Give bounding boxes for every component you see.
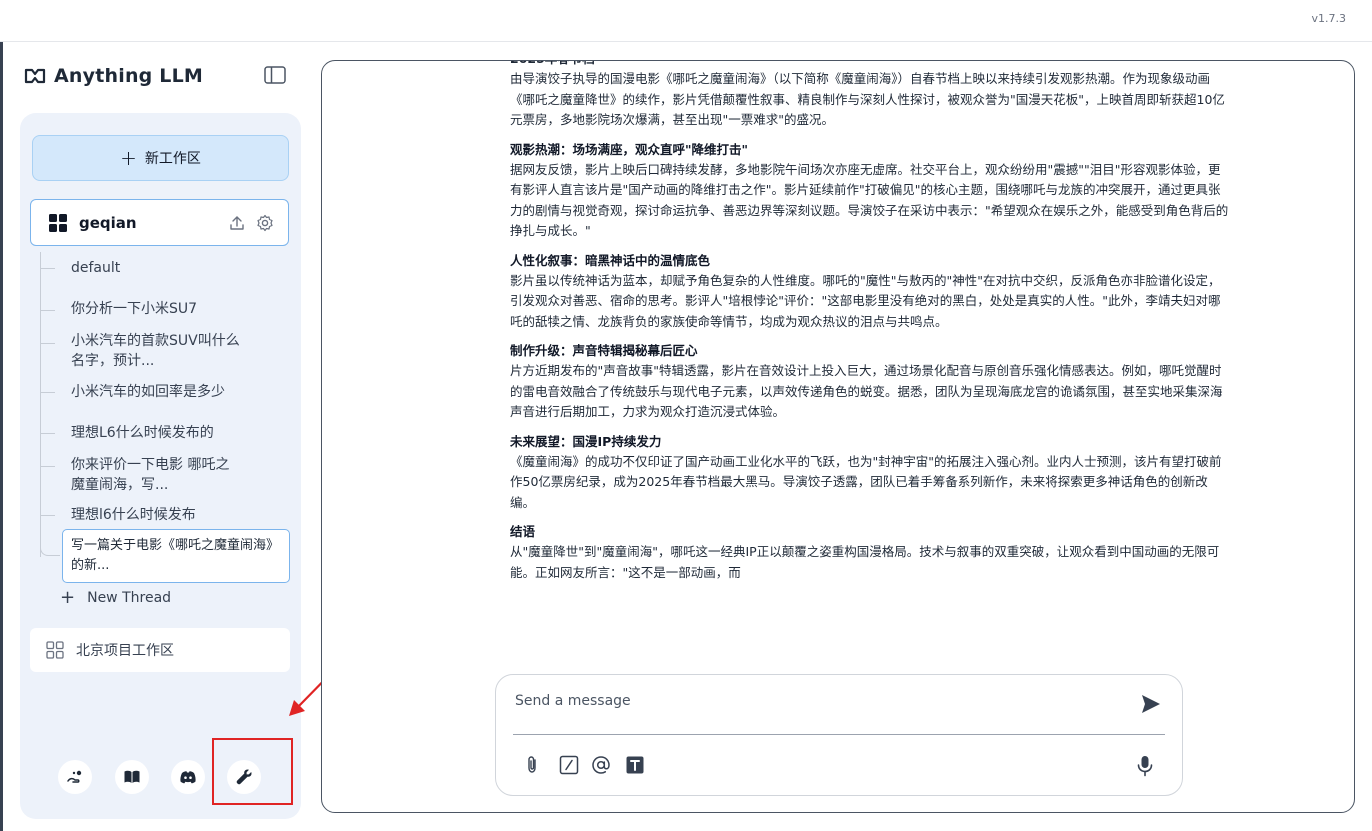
section-heading: 未来展望：国漫IP持续发力 (510, 433, 662, 449)
plus-icon: + (120, 146, 137, 170)
docs-button[interactable] (115, 760, 149, 794)
section-body: 据网友反馈，影片上映后口碑持续发酵，多地影院午间场次亦座无虚席。社交平台上，观众… (510, 161, 1229, 239)
message-input[interactable] (515, 689, 1115, 713)
new-thread-label: New Thread (87, 590, 172, 606)
upload-icon[interactable] (228, 214, 246, 232)
section-body: 《魔童闹海》的成功不仅印证了国产动画工业化水平的飞跃，也为"封神宇宙"的拓展注入… (510, 453, 1222, 510)
workspace-actions (228, 214, 274, 232)
top-bar: v1.7.3 (0, 0, 1372, 42)
section-heading: 人性化叙事：暗黑神话中的温情底色 (510, 252, 711, 268)
new-workspace-button[interactable]: + 新工作区 (32, 135, 289, 181)
section-body: 从"魔童降世"到"魔童闹海"，哪吒这一经典IP正以颠覆之姿重构国漫格局。技术与叙… (510, 544, 1220, 580)
thread-item[interactable]: default (71, 258, 271, 278)
at-mention-icon[interactable] (591, 755, 611, 775)
community-hub-button[interactable] (58, 760, 92, 794)
docs-book-icon (124, 770, 140, 783)
chat-panel: 2025年春节档 由导演饺子执导的国漫电影《哪吒之魔童闹海》（以下简称《魔童闹海… (321, 60, 1355, 813)
truncated-heading: 2025年春节档 (510, 61, 1232, 69)
thread-item[interactable]: 你分析一下小米SU7 (71, 299, 271, 319)
section-heading: 观影热潮：场场满座，观众直呼"降维打击" (510, 141, 749, 157)
thread-tree-curl (40, 542, 60, 556)
thread-connector (41, 392, 55, 393)
new-thread-button[interactable]: + New Thread (60, 589, 171, 607)
thread-item[interactable]: 理想l6什么时候发布 (71, 505, 271, 525)
slash-command-icon[interactable] (559, 755, 579, 775)
workspace-grid-outline-icon (46, 641, 64, 659)
brand-logo: Anything LLM (24, 62, 203, 90)
thread-connector (41, 515, 55, 516)
annotation-highlight-box (212, 738, 293, 805)
workspace-name: 北京项目工作区 (76, 643, 174, 659)
thread-connector (41, 343, 55, 344)
thread-item[interactable]: 小米汽车的首款SUV叫什么名字，预计... (71, 331, 243, 371)
composer-divider (513, 734, 1165, 735)
discord-button[interactable] (171, 760, 205, 794)
thread-item[interactable]: 你来评价一下电影 哪吒之魔童闹海，写... (71, 455, 243, 495)
section-body: 影片虽以传统神话为蓝本，却赋予角色复杂的人性维度。哪吒的"魔性"与敖丙的"神性"… (510, 272, 1221, 329)
workspace-item-geqian[interactable]: geqian (30, 199, 289, 246)
workspace-name: geqian (79, 213, 137, 232)
discord-icon (180, 771, 196, 784)
thread-connector (41, 310, 55, 311)
workspace-grid-icon (49, 213, 67, 232)
workspace-item-beijing[interactable]: 北京项目工作区 (30, 628, 290, 672)
text-size-icon[interactable] (625, 755, 645, 775)
thread-tree-line (40, 252, 41, 557)
thread-item[interactable]: 理想L6什么时候发布的 (71, 423, 271, 443)
message-intro: 由导演饺子执导的国漫电影《哪吒之魔童闹海》（以下简称《魔童闹海》）自春节档上映以… (510, 71, 1225, 127)
window-left-edge (0, 0, 3, 831)
app-version: v1.7.3 (1311, 12, 1347, 25)
send-icon[interactable] (1140, 693, 1162, 715)
brand-name: Anything LLM (54, 65, 204, 87)
section-heading: 制作升级：声音特辑揭秘幕后匠心 (510, 343, 698, 358)
anything-llm-logo-icon (24, 68, 46, 84)
section-heading: 结语 (510, 524, 536, 539)
message-composer (495, 674, 1183, 796)
thread-connector (41, 433, 55, 434)
thread-connector (41, 268, 55, 269)
attach-icon[interactable] (522, 755, 542, 775)
thread-item-active[interactable]: 写一篇关于电影《哪吒之魔童闹海》的新... (62, 529, 290, 583)
new-workspace-label: 新工作区 (144, 151, 201, 167)
thread-connector (41, 466, 55, 467)
thread-item[interactable]: 小米汽车的如回率是多少 (71, 382, 271, 402)
section-body: 片方近期发布的"声音故事"特辑透露，影片在音效设计上投入巨大，通过场景化配音与原… (510, 363, 1223, 419)
chat-message: 2025年春节档 由导演饺子执导的国漫电影《哪吒之魔童闹海》（以下简称《魔童闹海… (510, 61, 1232, 661)
plus-icon: + (60, 587, 76, 608)
community-hub-icon (67, 770, 82, 783)
microphone-icon[interactable] (1136, 755, 1154, 777)
sidebar-toggle-icon[interactable] (264, 66, 286, 84)
gear-icon[interactable] (256, 214, 274, 232)
